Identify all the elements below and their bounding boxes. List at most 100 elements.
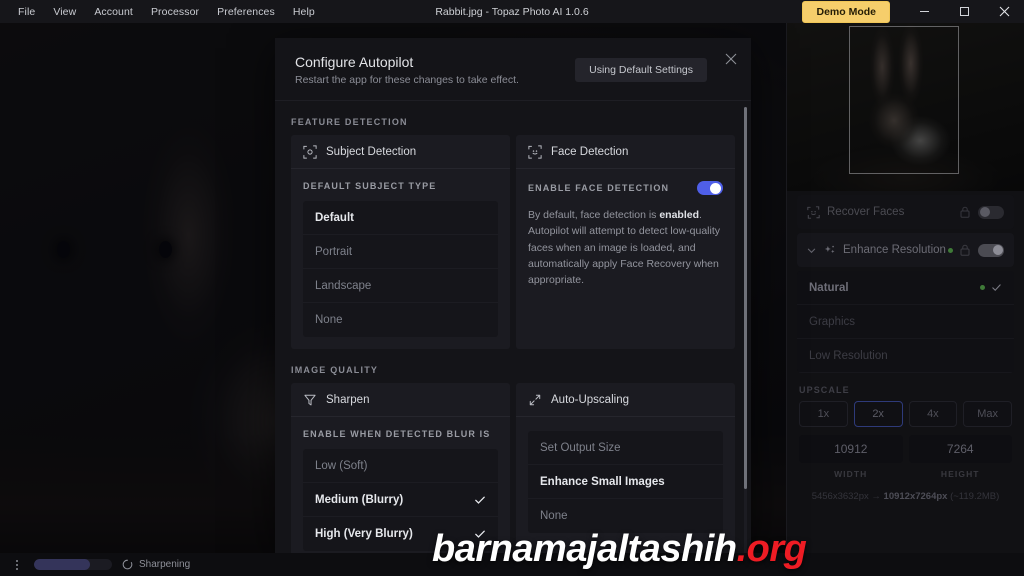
height-input[interactable]: 7264 xyxy=(908,435,1012,463)
option-high-very-blurry[interactable]: High (Very Blurry) xyxy=(303,517,498,551)
enable-when-blur-label: ENABLE WHEN DETECTED BLUR IS xyxy=(303,429,491,439)
height-field-group: 7264 HEIGHT xyxy=(908,435,1012,479)
close-button[interactable] xyxy=(984,0,1024,23)
menubar: File View Account Processor Preferences … xyxy=(0,3,324,21)
face-detection-header: Face Detection xyxy=(516,135,735,169)
subject-detection-header: Subject Detection xyxy=(291,135,510,169)
rp-option-label: Low Resolution xyxy=(809,349,888,362)
width-input[interactable]: 10912 xyxy=(799,435,903,463)
rp-option-graphics[interactable]: Graphics xyxy=(797,305,1014,339)
enhance-resolution-row[interactable]: Enhance Resolution xyxy=(797,233,1014,267)
upscale-factor-group: 1x 2x 4x Max xyxy=(797,401,1014,427)
rp-option-low-resolution[interactable]: Low Resolution xyxy=(797,339,1014,373)
option-none[interactable]: None xyxy=(528,499,723,533)
option-none[interactable]: None xyxy=(303,303,498,337)
subject-detection-title: Subject Detection xyxy=(326,145,417,158)
rp-option-natural[interactable]: Natural xyxy=(797,271,1014,305)
status-dot xyxy=(948,247,953,253)
option-landscape[interactable]: Landscape xyxy=(303,269,498,303)
minimize-button[interactable] xyxy=(904,0,944,23)
menu-item-view[interactable]: View xyxy=(44,3,85,21)
subject-detection-body: DEFAULT SUBJECT TYPE Default Portrait La… xyxy=(291,169,510,349)
auto-upscaling-card: Auto-Upscaling Set Output Size Enhance S… xyxy=(516,383,735,556)
right-panel-sections: Recover Faces Enhance Resolution Natural… xyxy=(787,195,1024,502)
using-default-settings-button[interactable]: Using Default Settings xyxy=(575,58,707,82)
more-options-icon[interactable] xyxy=(6,559,28,570)
toggle-knob xyxy=(710,182,721,194)
enable-face-detection-toggle[interactable] xyxy=(697,181,723,195)
option-enhance-small-images[interactable]: Enhance Small Images xyxy=(528,465,723,499)
option-portrait[interactable]: Portrait xyxy=(303,235,498,269)
recover-faces-row[interactable]: Recover Faces xyxy=(797,195,1014,229)
maximize-button[interactable] xyxy=(944,0,984,23)
dot xyxy=(16,567,18,570)
auto-upscaling-header: Auto-Upscaling xyxy=(516,383,735,417)
progress-bar xyxy=(34,559,112,570)
dimension-inputs: 10912 WIDTH 7264 HEIGHT xyxy=(797,427,1014,479)
subject-detection-card: Subject Detection DEFAULT SUBJECT TYPE D… xyxy=(291,135,510,349)
lock-icon[interactable] xyxy=(960,206,970,218)
width-caption: WIDTH xyxy=(834,469,868,479)
chevron-down-icon[interactable] xyxy=(807,246,816,255)
menu-item-help[interactable]: Help xyxy=(284,3,324,21)
check-icon xyxy=(992,284,1001,292)
face-detection-icon xyxy=(528,144,542,159)
menu-item-file[interactable]: File xyxy=(9,3,44,21)
demo-mode-button[interactable]: Demo Mode xyxy=(802,0,890,23)
upscale-2x-button[interactable]: 2x xyxy=(853,401,903,427)
sharpen-icon xyxy=(304,394,316,405)
recover-faces-label: Recover Faces xyxy=(827,206,905,218)
option-medium-blurry[interactable]: Medium (Blurry) xyxy=(303,483,498,517)
upscale-1x-button[interactable]: 1x xyxy=(799,401,848,427)
size-from: 5456x3632px xyxy=(811,491,869,502)
upscale-4x-button[interactable]: 4x xyxy=(908,401,958,427)
navigator-thumbnail[interactable] xyxy=(787,23,1024,191)
rp-option-label: Natural xyxy=(809,281,849,294)
app-window: File View Account Processor Preferences … xyxy=(0,0,1024,576)
feature-detection-cards: Subject Detection DEFAULT SUBJECT TYPE D… xyxy=(291,135,735,349)
recover-faces-toggle[interactable] xyxy=(978,205,1004,219)
right-settings-panel: Recover Faces Enhance Resolution Natural… xyxy=(786,23,1024,553)
desc-bold: enabled xyxy=(659,209,700,221)
desc-pre: By default, face detection is xyxy=(528,209,660,221)
lock-icon[interactable] xyxy=(960,244,970,256)
default-subject-type-options: Default Portrait Landscape None xyxy=(303,201,498,337)
subject-detection-icon xyxy=(303,144,317,159)
check-icon xyxy=(475,530,485,538)
option-default[interactable]: Default xyxy=(303,201,498,235)
sharpen-title: Sharpen xyxy=(326,393,370,406)
height-caption: HEIGHT xyxy=(940,469,980,479)
enhance-resolution-toggle[interactable] xyxy=(978,243,1004,257)
status-text: Sharpening xyxy=(139,559,191,570)
titlebar: File View Account Processor Preferences … xyxy=(0,0,1024,23)
upscale-section-label: UPSCALE xyxy=(799,385,850,395)
close-icon xyxy=(725,53,737,65)
sharpen-body: ENABLE WHEN DETECTED BLUR IS Low (Soft) … xyxy=(291,417,510,556)
dialog-header: Configure Autopilot Restart the app for … xyxy=(275,38,751,101)
toggle-knob xyxy=(979,207,990,217)
dialog-scrollbar-thumb[interactable] xyxy=(744,107,747,489)
size-arrow-icon: → xyxy=(871,491,881,502)
face-detection-title: Face Detection xyxy=(551,145,629,158)
option-low-soft[interactable]: Low (Soft) xyxy=(303,449,498,483)
navigator-crop-rect[interactable] xyxy=(849,26,959,174)
sharpen-header: Sharpen xyxy=(291,383,510,417)
spinner-icon xyxy=(122,559,133,570)
sharpen-blur-options: Low (Soft) Medium (Blurry) High (Very Bl… xyxy=(303,449,498,551)
enhance-resolution-label: Enhance Resolution xyxy=(843,244,946,256)
menu-item-account[interactable]: Account xyxy=(85,3,142,21)
statusbar: Sharpening xyxy=(0,553,1024,576)
rp-option-label: Graphics xyxy=(809,315,856,328)
menu-item-processor[interactable]: Processor xyxy=(142,3,208,21)
face-detection-description: By default, face detection is enabled. A… xyxy=(528,195,723,288)
auto-upscaling-body: Set Output Size Enhance Small Images Non… xyxy=(516,417,735,545)
option-set-output-size[interactable]: Set Output Size xyxy=(528,431,723,465)
dot xyxy=(16,559,18,562)
menu-item-preferences[interactable]: Preferences xyxy=(208,3,284,21)
dialog-close-button[interactable] xyxy=(725,52,737,70)
default-subject-type-label: DEFAULT SUBJECT TYPE xyxy=(303,181,437,191)
upscale-max-button[interactable]: Max xyxy=(963,401,1012,427)
toggle-knob xyxy=(992,245,1003,255)
size-to: 10912x7264px xyxy=(883,491,948,502)
check-icon xyxy=(475,496,485,504)
